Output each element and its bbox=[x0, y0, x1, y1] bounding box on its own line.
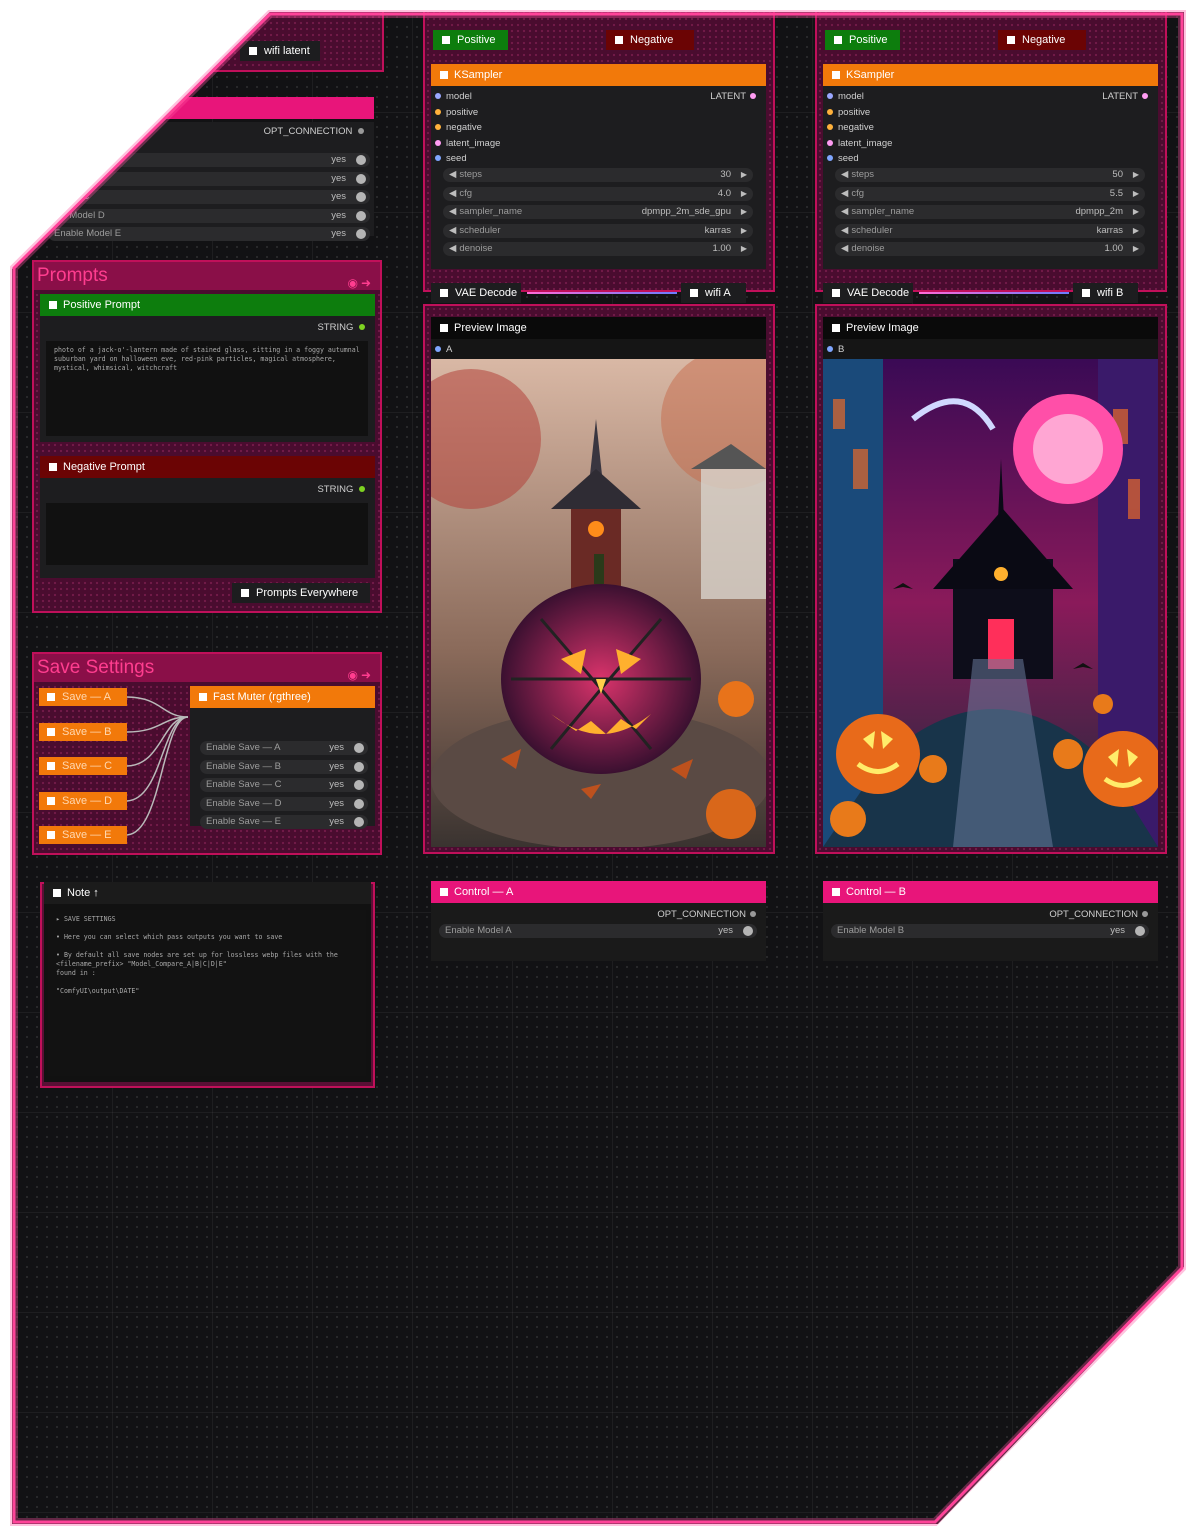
app-frame: wifi latent OPT_CONNECTION yes l Byes Mode… bbox=[0, 0, 1195, 1536]
frame-outline bbox=[10, 10, 1186, 1526]
